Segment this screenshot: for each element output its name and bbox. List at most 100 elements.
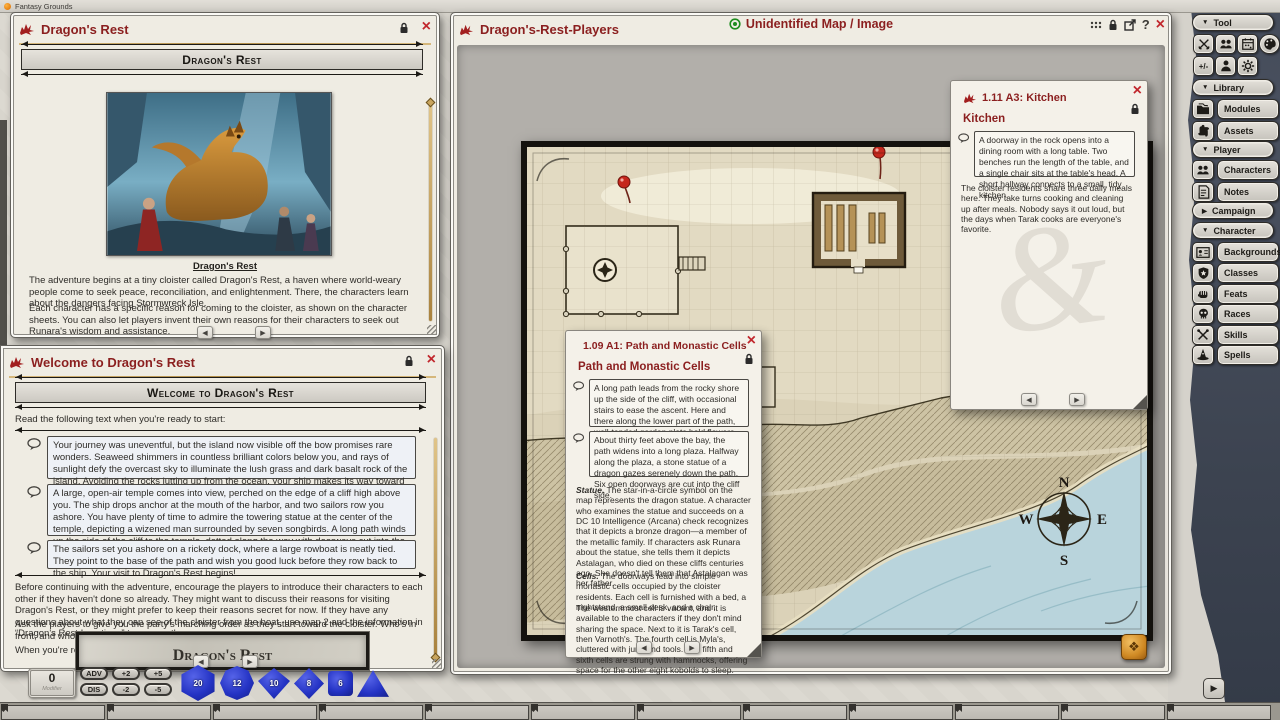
cells-detail-paragraph: The westernmost cell is vacant, and it i… [576,603,751,676]
sidebar-section-character[interactable]: ▼ Character [1192,222,1274,239]
d20-die[interactable]: 20 [180,665,216,701]
hotkey-tab-icon [319,704,326,712]
minus2-button[interactable]: -2 [112,683,140,696]
races-icon-button[interactable] [1192,304,1214,324]
fold-corner[interactable] [747,643,761,657]
help-icon[interactable]: ? [1142,17,1150,32]
dice-tower-button[interactable] [1193,34,1214,54]
classes-icon-button[interactable] [1192,263,1214,283]
minus5-button[interactable]: -5 [144,683,172,696]
sidebar-section-player[interactable]: ▼ Player [1192,141,1274,158]
drawing-tools-button[interactable] [1259,34,1280,54]
fold-corner[interactable] [1133,395,1147,409]
popup-titlebar[interactable]: 1.11 A3: Kitchen [963,92,1125,104]
plus5-button[interactable]: +5 [144,667,172,680]
lock-icon[interactable] [744,353,754,365]
speech-bubble-icon[interactable] [27,438,42,451]
hotkey-slot[interactable] [319,705,423,720]
d10-die[interactable]: 10 [258,668,290,699]
sidebar-section-campaign[interactable]: ▶ Campaign [1192,202,1274,219]
disadvantage-button[interactable]: DIS [80,683,108,696]
d6-die[interactable]: 6 [328,671,353,696]
close-icon[interactable]: × [747,334,756,348]
advantage-button[interactable]: ADV [80,667,108,680]
hotkey-slot[interactable] [107,705,211,720]
window-titlebar[interactable]: Dragon's Rest [19,18,431,40]
map-window-titlebar[interactable]: Dragon's-Rest-Players [459,18,1163,40]
d12-die[interactable]: 12 [220,666,254,700]
hotkey-slot[interactable] [531,705,635,720]
spells-icon-button[interactable] [1192,345,1214,365]
modifier-stack-box[interactable]: 0 Modifier [28,668,76,698]
effects-button[interactable] [1215,56,1236,76]
shield-star-icon [1197,266,1210,280]
hotkey-slot[interactable] [425,705,529,720]
page-prev-button[interactable]: ◀ [1021,393,1037,406]
sidebar-item-modules[interactable]: Modules [1217,99,1279,119]
assets-icon-button[interactable] [1192,121,1214,141]
speech-bubble-icon[interactable] [27,486,42,499]
hotkey-slot[interactable] [1061,705,1165,720]
sidebar-item-classes[interactable]: Classes [1217,263,1279,283]
sidebar-item-characters[interactable]: Characters [1217,160,1279,180]
hotkey-slot[interactable] [213,705,317,720]
speech-bubble-icon[interactable] [573,433,585,444]
pointer-menu-icon[interactable] [1090,20,1102,30]
share-icon[interactable] [1124,19,1136,31]
plus2-button[interactable]: +2 [112,667,140,680]
sidebar-item-assets[interactable]: Assets [1217,121,1279,141]
sidebar-item-notes[interactable]: Notes [1217,182,1279,202]
lock-icon[interactable] [404,355,414,367]
resize-grip[interactable] [427,325,437,335]
sidebar-expand-button[interactable]: ▶ [1203,678,1225,699]
backgrounds-icon-button[interactable] [1192,242,1214,262]
image-caption[interactable]: Dragon's Rest [11,261,439,272]
sidebar-section-tool[interactable]: ▼ Tool [1192,14,1274,31]
speech-bubble-icon[interactable] [573,381,585,392]
options-button[interactable] [1237,56,1258,76]
characters-icon-button[interactable] [1192,160,1214,180]
sidebar-item-feats[interactable]: Feats [1217,284,1279,304]
close-icon[interactable]: × [427,353,436,367]
calendar-button[interactable] [1237,34,1258,54]
notes-icon-button[interactable] [1192,182,1214,202]
modules-icon-button[interactable] [1192,99,1214,119]
scrollbar[interactable] [434,438,437,655]
map-toolbar-toggle-button[interactable]: ❖ [1121,634,1147,660]
sidebar-section-library[interactable]: ▼ Library [1192,79,1274,96]
hotkey-slot[interactable] [1167,705,1271,720]
hotkey-slot[interactable] [849,705,953,720]
page-next-button[interactable]: ▶ [1069,393,1085,406]
sidebar-item-skills[interactable]: Skills [1217,325,1279,345]
lock-icon[interactable] [399,22,409,34]
page-prev-button[interactable]: ◀ [636,641,652,654]
sidebar-item-races[interactable]: Races [1217,304,1279,324]
lock-icon[interactable] [1108,19,1118,31]
arrow-ornament [15,430,426,431]
speech-bubble-icon[interactable] [27,542,42,555]
hotkey-slot[interactable] [743,705,847,720]
page-prev-button[interactable]: ◀ [197,326,213,339]
speech-bubble-icon[interactable] [958,133,970,144]
close-icon[interactable]: × [1133,84,1142,98]
modifiers-button[interactable]: +/- [1193,56,1214,76]
scrollbar[interactable] [429,105,432,321]
window-titlebar[interactable]: Welcome to Dragon's Rest [9,351,436,373]
skills-icon-button[interactable] [1192,325,1214,345]
feats-icon-button[interactable] [1192,284,1214,304]
hotkey-slot[interactable] [955,705,1059,720]
sidebar-item-backgrounds[interactable]: Backgrounds [1217,242,1279,262]
close-icon[interactable]: × [422,20,431,34]
close-icon[interactable]: × [1156,18,1165,32]
page-next-button[interactable]: ▶ [255,326,271,339]
party-sheet-button[interactable] [1215,34,1236,54]
d4-die[interactable] [357,669,389,698]
hotkey-slot[interactable] [637,705,741,720]
lock-icon[interactable] [1130,103,1140,115]
page-next-button[interactable]: ▶ [684,641,700,654]
resize-grip[interactable] [432,659,442,669]
d8-die[interactable]: 8 [294,668,324,699]
sidebar-item-spells[interactable]: Spells [1217,345,1279,365]
hotkey-slot[interactable] [1,705,105,720]
popup-titlebar[interactable]: 1.09 A1: Path and Monastic Cells [578,340,739,352]
